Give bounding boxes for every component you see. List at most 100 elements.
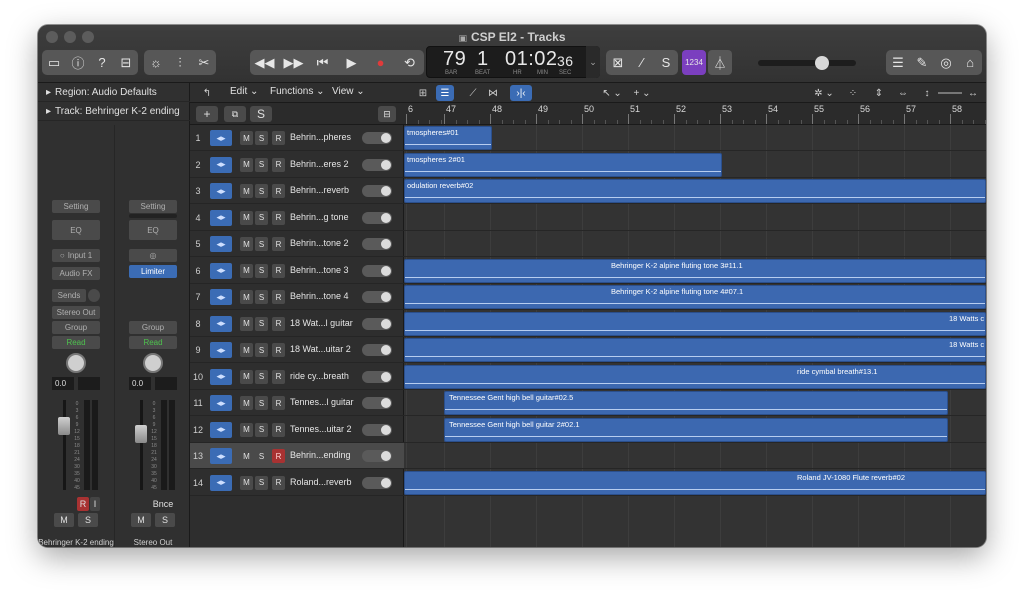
track-header[interactable]: 14 ◂▸ M S R Roland...reverb bbox=[190, 470, 404, 496]
track-on-off-toggle[interactable] bbox=[362, 370, 392, 383]
lcd-display[interactable]: 79 1 01:02 36 BAR BEAT HR MIN SEC bbox=[426, 46, 600, 78]
record-enable-button[interactable]: R bbox=[272, 449, 285, 463]
track-on-off-toggle[interactable] bbox=[362, 211, 392, 224]
mute-button[interactable]: M bbox=[240, 157, 253, 172]
smart-controls-icon[interactable]: ☼ bbox=[144, 50, 168, 75]
waveform-icon[interactable]: ◂▸ bbox=[210, 209, 232, 226]
solo-button[interactable]: S bbox=[255, 263, 268, 278]
mute-button[interactable]: M bbox=[240, 369, 253, 384]
master-volume-slider[interactable] bbox=[758, 60, 856, 66]
track-name[interactable]: Behrin...pheres bbox=[290, 132, 351, 142]
solo-mode-icon[interactable]: S bbox=[654, 50, 678, 75]
solo-button[interactable]: S bbox=[255, 343, 268, 357]
mute-button[interactable]: M bbox=[240, 422, 253, 437]
group-button[interactable]: Group bbox=[129, 321, 177, 334]
solo-button[interactable]: S bbox=[255, 237, 268, 251]
mute-button[interactable]: M bbox=[240, 263, 253, 278]
mute-button[interactable]: M bbox=[240, 475, 253, 490]
record-enable-button[interactable]: R bbox=[272, 316, 285, 331]
bounce-button[interactable]: Bnce bbox=[149, 497, 177, 511]
setting-button[interactable]: Setting bbox=[52, 200, 100, 213]
track-name[interactable]: 18 Wat...uitar 2 bbox=[290, 344, 351, 354]
track-name[interactable]: Behrin...tone 4 bbox=[290, 291, 349, 301]
pointer-tool-icon[interactable]: ↖ ⌄ bbox=[598, 85, 626, 101]
grid-view-icon[interactable]: ⊞ bbox=[414, 85, 432, 101]
waveform-icon[interactable]: ◂▸ bbox=[210, 183, 232, 199]
audio-region[interactable]: Behringer K-2 alpine fluting tone 4#07.1 bbox=[404, 285, 986, 309]
record-enable-button[interactable]: R bbox=[77, 497, 89, 511]
mute-button[interactable]: M bbox=[240, 396, 253, 410]
track-on-off-toggle[interactable] bbox=[362, 238, 392, 250]
record-enable-button[interactable]: R bbox=[272, 131, 285, 145]
inspector-icon[interactable]: ⓘ bbox=[66, 50, 90, 75]
waveform-icon[interactable]: ◂▸ bbox=[210, 315, 232, 332]
track-header[interactable]: 9 ◂▸ M S R 18 Wat...uitar 2 bbox=[190, 337, 404, 363]
limiter-plugin-slot[interactable]: Limiter bbox=[129, 265, 177, 278]
toolbar-icon[interactable]: ⊟ bbox=[114, 50, 138, 75]
track-header[interactable]: 7 ◂▸ M S R Behrin...tone 4 bbox=[190, 284, 404, 310]
track-header[interactable]: 8 ◂▸ M S R 18 Wat...l guitar bbox=[190, 311, 404, 337]
track-on-off-toggle[interactable] bbox=[362, 291, 392, 303]
waveform-icon[interactable]: ◂▸ bbox=[210, 368, 232, 385]
solo-button[interactable]: S bbox=[255, 290, 268, 304]
waveform-icon[interactable]: ◂▸ bbox=[210, 236, 232, 252]
play-icon[interactable]: ▶ bbox=[337, 50, 366, 75]
mute-button[interactable]: M bbox=[240, 316, 253, 331]
volume-fader-track[interactable] bbox=[140, 400, 143, 490]
audio-region[interactable]: tmospheres#01 bbox=[404, 126, 492, 150]
track-lane[interactable] bbox=[404, 443, 986, 469]
track-header[interactable]: 6 ◂▸ M S R Behrin...tone 3 bbox=[190, 258, 404, 284]
solo-button[interactable]: S bbox=[255, 369, 268, 384]
mute-button[interactable]: M bbox=[131, 513, 151, 527]
notepad-icon[interactable]: ✎ bbox=[910, 50, 934, 75]
track-name[interactable]: Tennes...l guitar bbox=[290, 397, 354, 407]
track-header[interactable]: 13 ◂▸ M S R Behrin...ending bbox=[190, 443, 404, 469]
track-on-off-toggle[interactable] bbox=[362, 397, 392, 409]
track-name[interactable]: Tennes...uitar 2 bbox=[290, 424, 352, 434]
waveform-icon[interactable]: ◂▸ bbox=[210, 342, 232, 358]
marquee-tool-icon[interactable]: + ⌄ bbox=[628, 85, 656, 101]
add-track-button[interactable]: + bbox=[196, 106, 218, 122]
snap-settings-icon[interactable]: ✲ ⌄ bbox=[812, 85, 836, 101]
record-enable-button[interactable]: R bbox=[272, 184, 285, 198]
record-enable-button[interactable]: R bbox=[272, 369, 285, 384]
track-lane[interactable] bbox=[404, 205, 986, 231]
vertical-zoom-icon[interactable]: ↕ bbox=[918, 85, 936, 101]
solo-button[interactable]: S bbox=[255, 131, 268, 145]
waveform-zoom-icon[interactable]: ⁘ bbox=[844, 85, 862, 101]
back-arrow-icon[interactable]: ↰ bbox=[198, 85, 216, 101]
track-lane[interactable] bbox=[404, 231, 986, 257]
track-on-off-toggle[interactable] bbox=[362, 423, 392, 436]
solo-button[interactable]: S bbox=[78, 513, 98, 527]
list-view-icon[interactable]: ☰ bbox=[436, 85, 454, 101]
track-on-off-toggle[interactable] bbox=[362, 450, 392, 462]
arrange-area[interactable]: tmospheres#01 tmospheres 2#01 odulation re… bbox=[404, 125, 986, 547]
record-enable-button[interactable]: R bbox=[272, 290, 285, 304]
edit-menu[interactable]: Edit ⌄ bbox=[230, 86, 258, 97]
solo-button[interactable]: S bbox=[255, 475, 268, 490]
mute-button[interactable]: M bbox=[240, 184, 253, 198]
mute-button[interactable]: M bbox=[240, 449, 253, 463]
track-name[interactable]: Behrin...tone 3 bbox=[290, 265, 349, 275]
record-enable-button[interactable]: R bbox=[272, 157, 285, 172]
audio-region[interactable]: 18 Watts c bbox=[404, 311, 986, 336]
waveform-icon[interactable]: ◂▸ bbox=[210, 262, 232, 279]
mute-button[interactable]: M bbox=[240, 237, 253, 251]
audio-region[interactable]: Tennessee Gent high bell guitar 2#02.1 bbox=[444, 417, 948, 442]
track-inspector-header[interactable]: ▸ Track: Behringer K-2 ending bbox=[38, 102, 190, 121]
horizontal-zoom-icon[interactable]: ↔ bbox=[964, 85, 982, 101]
solo-button[interactable]: S bbox=[255, 184, 268, 198]
record-enable-button[interactable]: R bbox=[272, 422, 285, 437]
view-menu[interactable]: View ⌄ bbox=[332, 86, 365, 97]
track-name[interactable]: Behrin...eres 2 bbox=[290, 159, 349, 169]
fast-forward-icon[interactable]: ▶▶ bbox=[279, 50, 308, 75]
lcd-menu-chevron-icon[interactable]: ⌄ bbox=[586, 46, 600, 78]
output-button[interactable]: Stereo Out bbox=[52, 306, 100, 319]
record-enable-button[interactable]: R bbox=[272, 396, 285, 410]
automation-icon[interactable]: ⟋ bbox=[464, 85, 482, 101]
tuner-icon[interactable]: ⁄ bbox=[630, 50, 654, 75]
pan-knob[interactable] bbox=[143, 353, 163, 373]
volume-fader-handle[interactable] bbox=[135, 425, 147, 443]
vertical-zoom-fit-icon[interactable]: ⇕ bbox=[870, 85, 888, 101]
track-name[interactable]: Behrin...ending bbox=[290, 450, 351, 460]
